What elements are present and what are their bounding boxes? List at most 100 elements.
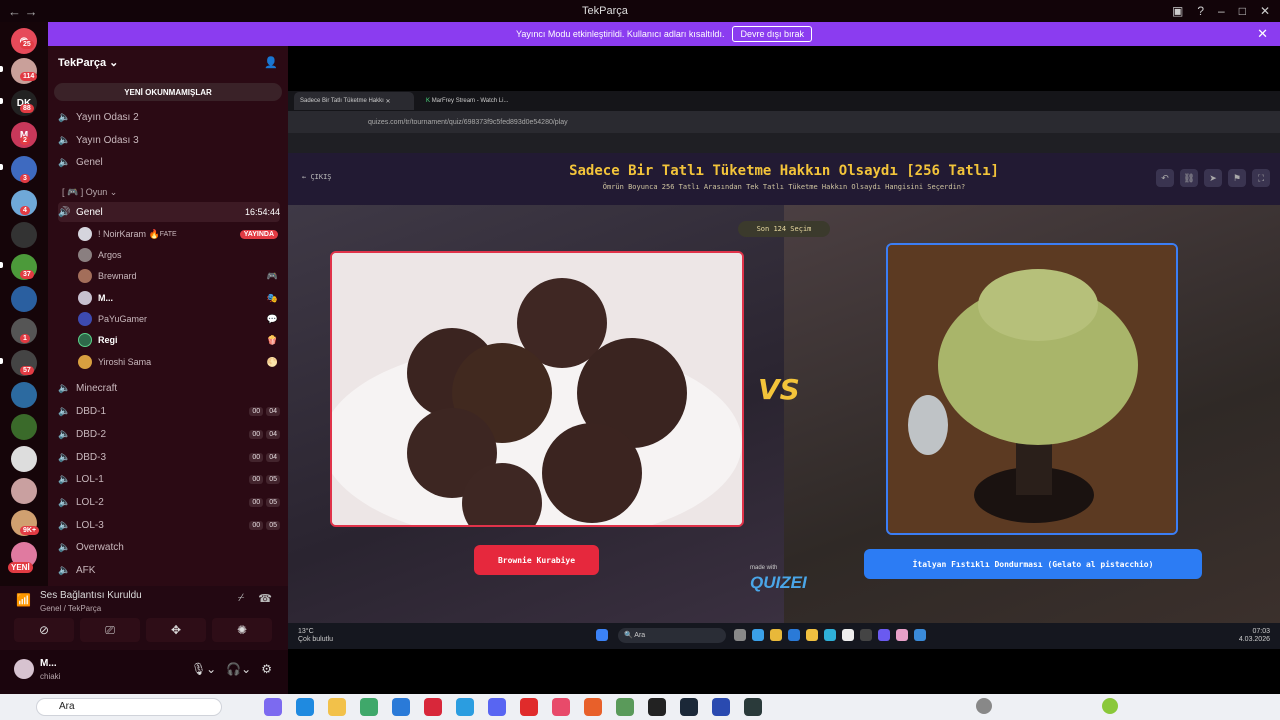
channel-item[interactable]: 🔈 LOL-1 00 05 [58, 469, 280, 489]
channel-item[interactable]: 🔈 DBD-1 00 04 [58, 401, 280, 421]
vs-emblem: VS [758, 373, 800, 406]
tray-icon[interactable] [1102, 698, 1118, 714]
gelato-image[interactable] [886, 243, 1178, 535]
folder-icon[interactable] [328, 698, 346, 716]
avatar [78, 248, 92, 262]
app-icon[interactable] [744, 698, 762, 716]
fullscreen-icon[interactable]: ⛶ [1252, 169, 1270, 187]
channel-item[interactable]: 🔈 Genel [58, 152, 280, 172]
unread-button[interactable]: YENİ OKUNMAMIŞLAR [54, 83, 282, 101]
steam-icon[interactable] [680, 698, 698, 716]
system-tray [976, 698, 1118, 714]
discord-icon[interactable] [488, 698, 506, 716]
unread-pill [0, 66, 3, 72]
browser-tab[interactable]: K MarFrey Stream - Watch Li... [420, 92, 540, 110]
server-icon[interactable] [11, 414, 37, 440]
server-name[interactable]: TekParça ⌄ [58, 56, 118, 69]
app-icon[interactable] [712, 698, 730, 716]
soundboard-button[interactable]: ✺ [212, 618, 272, 642]
flag-icon[interactable]: ⚑ [1228, 169, 1246, 187]
app-icon[interactable] [456, 698, 474, 716]
server-icon[interactable] [11, 286, 37, 312]
noise-suppression-icon[interactable]: ⌿ [238, 592, 245, 605]
copilot-icon[interactable] [264, 698, 282, 716]
activity-icon: 🎮 [266, 270, 278, 281]
disconnect-icon[interactable]: ☎ [258, 592, 272, 605]
voice-status[interactable]: Ses Bağlantısı Kuruldu [40, 590, 142, 601]
undo-icon[interactable]: ↶ [1156, 169, 1174, 187]
disable-button[interactable]: Devre dışı bırak [732, 26, 812, 42]
voice-member[interactable]: Yiroshi Sama 🌕 [78, 352, 278, 372]
server-icon[interactable] [11, 478, 37, 504]
category-header[interactable]: [ 🎮 ] Oyun ⌄ [62, 187, 117, 198]
voice-member[interactable]: Regi 🍿 [78, 330, 278, 350]
voice-channel[interactable]: Genel / TekParça [40, 604, 101, 613]
screen-share-button[interactable]: ⎚ [80, 618, 140, 642]
invite-icon[interactable]: 👤 [264, 56, 278, 69]
app-icon[interactable] [360, 698, 378, 716]
brownie-image[interactable] [330, 251, 744, 527]
nav-arrows[interactable]: ← → [8, 4, 38, 19]
banner-text: Yayıncı Modu etkinleştirildi. Kullanıcı … [516, 29, 725, 39]
streamed-app-icons [734, 629, 926, 641]
channel-item[interactable]: 🔈 LOL-3 00 05 [58, 515, 280, 535]
server-icon[interactable] [11, 382, 37, 408]
speaker-icon: 🔈 [58, 156, 71, 168]
channel-item-active[interactable]: 🔊 Genel 16:54:44 [58, 202, 280, 222]
chrome-icon[interactable] [616, 698, 634, 716]
close-icon[interactable]: ✕ [1260, 4, 1270, 18]
window-controls[interactable]: ▣ ? – □ ✕ [1172, 4, 1270, 18]
channel-item[interactable]: 🔈 AFK [58, 560, 280, 580]
server-icon[interactable] [11, 222, 37, 248]
badge: 3 [20, 174, 30, 183]
share-icon[interactable]: ➤ [1204, 169, 1222, 187]
inbox-icon[interactable]: ▣ [1172, 4, 1183, 18]
speaker-icon: 🔈 [58, 382, 71, 394]
voice-member[interactable]: Brewnard 🎮 [78, 266, 278, 286]
quizei-logo: QUIZEI [750, 573, 807, 592]
weather-widget: 13°C Çok bulutlu [298, 628, 334, 643]
voice-member[interactable]: PaYuGamer 💬 [78, 309, 278, 329]
channel-item[interactable]: 🔈 Minecraft [58, 378, 280, 398]
link-icon[interactable]: ⛓ [1180, 169, 1198, 187]
app-icon[interactable] [424, 698, 442, 716]
channel-item[interactable]: 🔈 Yayın Odası 2 [58, 107, 280, 127]
activities-button[interactable]: ✥ [146, 618, 206, 642]
opera-gx-icon[interactable] [552, 698, 570, 716]
avatar[interactable] [14, 659, 34, 679]
microphone-icon[interactable]: 🎙⌄ [191, 662, 216, 676]
channel-item[interactable]: 🔈 DBD-2 00 04 [58, 424, 280, 444]
outlook-icon[interactable] [392, 698, 410, 716]
server-icon[interactable] [11, 446, 37, 472]
voice-member[interactable]: Argos [78, 245, 278, 265]
edge-icon[interactable] [296, 698, 314, 716]
close-icon[interactable]: ✕ [1257, 26, 1268, 42]
brownie-choice-button[interactable]: Brownie Kurabiye [474, 545, 599, 575]
channel-item[interactable]: 🔈 DBD-3 00 04 [58, 447, 280, 467]
app-icon[interactable] [584, 698, 602, 716]
address-bar[interactable]: quizes.com/tr/tournament/quiz/698373f9c5… [288, 111, 1280, 133]
speaker-icon: 🔈 [58, 405, 71, 417]
voice-member[interactable]: ! NoirKaram 🔥 FATE YAYINDA [78, 224, 278, 244]
app-icon[interactable] [648, 698, 666, 716]
browser-tab[interactable]: Sadece Bir Tatlı Tüketme Hakkı ✕ [294, 92, 414, 110]
username[interactable]: M... [40, 658, 57, 669]
voice-member[interactable]: M... 🎭 [78, 288, 278, 308]
unread-pill [0, 98, 3, 104]
voice-connection-panel: 📶 Ses Bağlantısı Kuruldu Genel / TekParç… [0, 586, 288, 650]
headphones-icon[interactable]: 🎧⌄ [226, 662, 251, 676]
channel-item[interactable]: 🔈 Yayın Odası 3 [58, 130, 280, 150]
minimize-icon[interactable]: – [1218, 4, 1225, 18]
channel-item[interactable]: 🔈 LOL-2 00 05 [58, 492, 280, 512]
maximize-icon[interactable]: □ [1239, 4, 1246, 18]
window-title: TekParça [582, 5, 628, 17]
opera-icon[interactable] [520, 698, 538, 716]
help-icon[interactable]: ? [1197, 4, 1204, 18]
gelato-choice-button[interactable]: İtalyan Fıstıklı Dondurması (Gelato al p… [864, 549, 1202, 579]
settings-icon[interactable]: ⚙ [261, 662, 272, 676]
badge: 114 [20, 72, 38, 81]
taskbar-search[interactable]: Ara [36, 698, 222, 716]
channel-item[interactable]: 🔈 Overwatch [58, 537, 280, 557]
camera-button[interactable]: ⊘ [14, 618, 74, 642]
tray-icon[interactable] [976, 698, 992, 714]
